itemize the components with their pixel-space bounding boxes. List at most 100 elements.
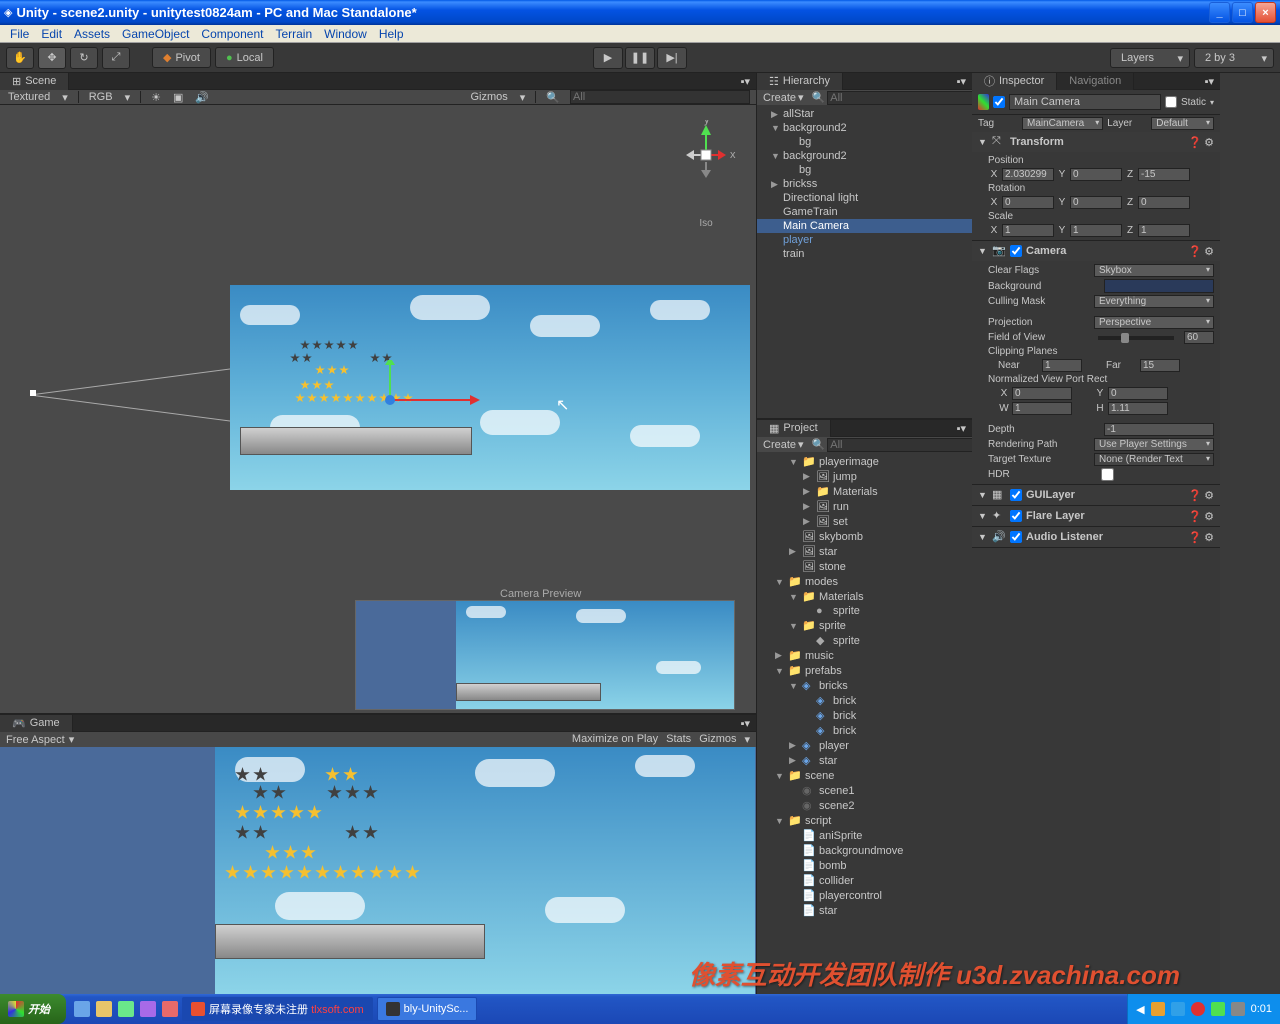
project-item[interactable]: 🖼stone [757,559,972,574]
project-item[interactable]: 📄star [757,903,972,918]
axis-gizmo[interactable]: y x Iso [676,120,736,180]
hand-tool[interactable]: ✋ [6,47,34,69]
project-create[interactable]: Create [763,439,796,451]
project-context-icon[interactable]: ▪▾ [951,422,972,435]
scl-x-field[interactable] [1002,224,1054,237]
game-gizmos[interactable]: Gizmos [699,733,736,746]
layout-dropdown[interactable]: 2 by 3 [1194,48,1274,68]
pause-button[interactable]: ❚❚ [625,47,655,69]
project-item[interactable]: ●sprite [757,604,972,618]
task-item-recorder[interactable]: 屏幕录像专家未注册 tlxsoft.com [182,997,373,1021]
project-item[interactable]: ▼📁script [757,813,972,828]
hierarchy-create[interactable]: Create [763,92,796,104]
background-color-picker[interactable] [1104,279,1214,293]
help-icon[interactable]: ❓ [1188,136,1202,149]
fx-icon[interactable]: ▣ [171,91,185,104]
menu-window[interactable]: Window [318,27,373,41]
layer-dropdown[interactable]: Default [1151,117,1214,130]
hierarchy-item[interactable]: ▶allStar [757,107,972,121]
tab-hierarchy[interactable]: ☷Hierarchy [757,73,843,90]
scale-tool[interactable]: ⤢ [102,47,130,69]
scene-viewport[interactable]: y x Iso Camera Preview [0,105,756,713]
tray-icon[interactable] [74,1001,90,1017]
move-tool[interactable]: ✥ [38,47,66,69]
project-item[interactable]: 📄bomb [757,858,972,873]
systray-icon[interactable] [1191,1002,1205,1016]
stats-button[interactable]: Stats [666,733,691,746]
project-item[interactable]: ▼📁playerimage [757,454,972,469]
scene-textured[interactable]: Textured [6,91,52,103]
rot-y-field[interactable] [1070,196,1122,209]
camera-header[interactable]: ▼ 📷 Camera ❓⚙ [972,241,1220,261]
projection-dropdown[interactable]: Perspective [1094,316,1214,329]
task-item-unity[interactable]: bly-UnitySc... [377,997,478,1021]
project-item[interactable]: ◈brick [757,723,972,738]
play-button[interactable]: ▶ [593,47,623,69]
game-context-icon[interactable]: ▪▾ [735,717,756,730]
hdr-checkbox[interactable] [1101,468,1114,481]
fov-slider[interactable] [1098,336,1174,340]
vp-x-field[interactable] [1012,387,1072,400]
project-item[interactable]: ▶📁music [757,648,972,663]
systray-clock[interactable]: 0:01 [1251,1003,1272,1015]
tray-icon[interactable] [162,1001,178,1017]
rotate-tool[interactable]: ↻ [70,47,98,69]
aspect-dropdown[interactable]: Free Aspect [6,734,65,746]
hierarchy-item[interactable]: Directional light [757,191,972,205]
depth-field[interactable] [1104,423,1214,436]
project-item[interactable]: ▼📁sprite [757,618,972,633]
project-list[interactable]: ▼📁playerimage▶🖼jump▶📁Materials▶🖼run▶🖼set… [757,452,972,994]
hierarchy-context-icon[interactable]: ▪▾ [951,75,972,88]
tray-icon[interactable] [140,1001,156,1017]
project-item[interactable]: 🖼skybomb [757,529,972,544]
scene-search[interactable] [570,90,750,104]
gameobject-name-field[interactable] [1009,94,1161,110]
pos-z-field[interactable] [1138,168,1190,181]
audio-icon[interactable]: 🔊 [193,91,211,104]
maximize-on-play[interactable]: Maximize on Play [572,733,658,746]
project-item[interactable]: ◈brick [757,693,972,708]
hierarchy-item[interactable]: ▼background2 [757,121,972,135]
menu-assets[interactable]: Assets [68,27,116,41]
project-item[interactable]: ▶🖼set [757,514,972,529]
culling-mask-dropdown[interactable]: Everything [1094,295,1214,308]
scene-rgb[interactable]: RGB [87,91,115,103]
minimize-button[interactable]: _ [1209,2,1230,23]
tray-icon[interactable] [96,1001,112,1017]
target-texture-field[interactable]: None (Render Text [1094,453,1214,466]
project-item[interactable]: ◉scene2 [757,798,972,813]
pos-y-field[interactable] [1070,168,1122,181]
light-icon[interactable]: ☀ [149,91,163,104]
pivot-button[interactable]: ◆Pivot [152,47,211,68]
start-button[interactable]: 开始 [0,994,66,1024]
rot-x-field[interactable] [1002,196,1054,209]
gear-icon[interactable]: ⚙ [1204,136,1214,149]
project-item[interactable]: ▼📁scene [757,768,972,783]
guilayer-header[interactable]: ▼▦GUILayer❓⚙ [972,485,1220,505]
project-item[interactable]: 📄collider [757,873,972,888]
scl-z-field[interactable] [1138,224,1190,237]
tag-dropdown[interactable]: MainCamera [1022,117,1103,130]
project-search[interactable] [827,438,975,452]
menu-gameobject[interactable]: GameObject [116,27,195,41]
scl-y-field[interactable] [1070,224,1122,237]
hierarchy-item[interactable]: bg [757,135,972,149]
tab-scene[interactable]: ⊞Scene [0,73,69,90]
near-field[interactable] [1042,359,1082,372]
rot-z-field[interactable] [1138,196,1190,209]
project-item[interactable]: ◆sprite [757,633,972,648]
menu-component[interactable]: Component [195,27,269,41]
inspector-context-icon[interactable]: ▪▾ [1199,75,1220,88]
move-gizmo[interactable] [370,360,490,420]
project-item[interactable]: ◉scene1 [757,783,972,798]
tab-navigation[interactable]: Navigation [1057,73,1134,90]
project-item[interactable]: 📄aniSprite [757,828,972,843]
hierarchy-item[interactable]: ▼background2 [757,149,972,163]
rendering-path-dropdown[interactable]: Use Player Settings [1094,438,1214,451]
systray-icon[interactable]: ◀ [1136,1003,1144,1016]
project-item[interactable]: 📄backgroundmove [757,843,972,858]
transform-header[interactable]: ▼ ⤧ Transform ❓⚙ [972,132,1220,152]
tab-game[interactable]: 🎮Game [0,715,73,732]
hierarchy-item[interactable]: train [757,247,972,261]
gear-icon[interactable]: ⚙ [1204,245,1214,258]
